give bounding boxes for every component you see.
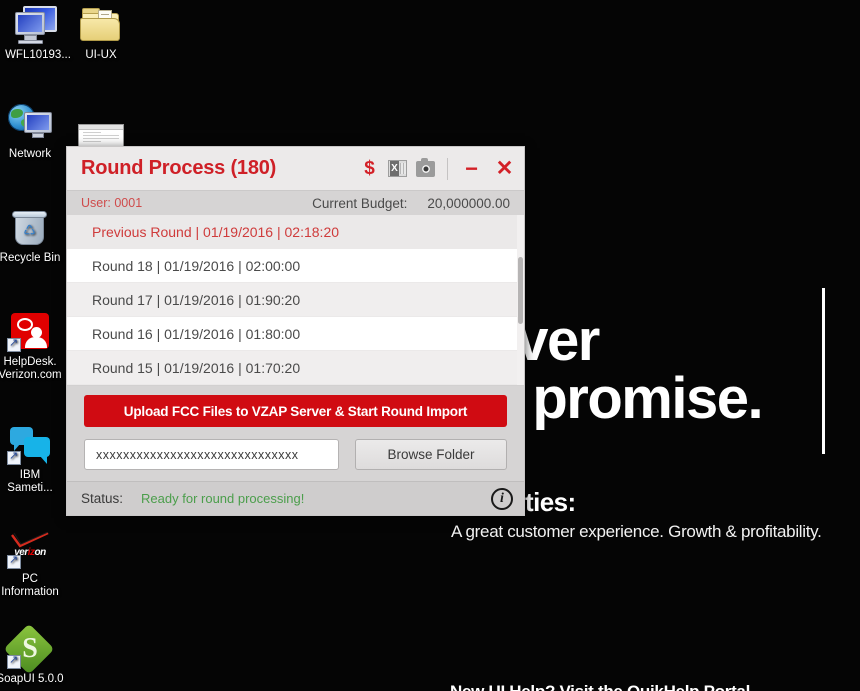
current-budget-label: Current Budget: xyxy=(312,195,408,211)
window-titlebar: Round Process (180) $ − ✕ xyxy=(67,147,524,190)
table-row[interactable]: Previous Round | 01/19/2016 | 02:18:20 xyxy=(67,215,524,249)
desktop-icon-pc-information[interactable]: verizon PC Information xyxy=(0,528,68,599)
current-budget-value: 20,000000.00 xyxy=(427,195,510,211)
desktop-icon-label: IBM xyxy=(19,469,41,481)
thumbnail-line xyxy=(83,135,119,136)
rounds-list: Previous Round | 01/19/2016 | 02:18:20 R… xyxy=(67,215,524,385)
table-row[interactable]: Round 17 | 01/19/2016 | 01:90:20 xyxy=(67,283,524,317)
shortcut-arrow-icon xyxy=(7,553,21,569)
round-entry-text: Round 17 | 01/19/2016 | 01:90:20 xyxy=(92,291,301,308)
round-entry-text: Round 15 | 01/19/2016 | 01:70:20 xyxy=(92,359,301,376)
round-process-window: Round Process (180) $ − ✕ User: 0001 Cur… xyxy=(66,146,525,516)
window-subheader: User: 0001 Current Budget: 20,000000.00 xyxy=(67,190,524,215)
wallpaper-vertical-rule xyxy=(822,288,825,454)
status-message: Ready for round processing! xyxy=(141,491,305,506)
desktop-icon-folder-uiux[interactable]: UI-UX xyxy=(63,4,139,62)
rounds-list-scrollbar[interactable] xyxy=(517,215,524,385)
scrollbar-thumb[interactable] xyxy=(518,257,523,324)
browse-folder-button[interactable]: Browse Folder xyxy=(355,439,507,470)
desktop-icon-label-2: Sameti... xyxy=(7,482,53,494)
wallpaper-headline-line2: e promise. xyxy=(487,366,764,431)
desktop-icon-helpdesk[interactable]: HelpDesk. Verizon.com xyxy=(0,311,68,382)
desktop-icon-ibm-sametime[interactable]: IBM Sameti... xyxy=(0,424,68,495)
desktop-icon-label: Recycle Bin xyxy=(0,252,61,264)
minimize-button[interactable]: − xyxy=(462,157,481,180)
upload-fcc-files-button[interactable]: Upload FCC Files to VZAP Server & Start … xyxy=(84,395,507,427)
excel-export-icon[interactable] xyxy=(388,159,407,178)
wallpaper-subtext: A great customer experience. Growth & pr… xyxy=(451,522,822,541)
thumbnail-header xyxy=(79,125,123,130)
desktop-icon-network[interactable]: Network xyxy=(0,103,68,161)
thumbnail-line xyxy=(83,132,101,133)
folder-icon xyxy=(78,4,124,46)
info-icon[interactable]: i xyxy=(491,487,513,510)
desktop-icon-label-2: Verizon.com xyxy=(0,369,62,381)
chat-bubbles-icon xyxy=(7,424,53,466)
round-entry-text: Round 18 | 01/19/2016 | 02:00:00 xyxy=(92,257,301,274)
rounds-list-viewport: Previous Round | 01/19/2016 | 02:18:20 R… xyxy=(67,215,524,386)
thumbnail-line xyxy=(83,141,101,142)
shortcut-arrow-icon xyxy=(7,653,21,669)
round-entry-text: Round 16 | 01/19/2016 | 01:80:00 xyxy=(92,325,301,342)
monitor-icon xyxy=(15,4,61,46)
soapui-s-icon: S xyxy=(3,623,55,675)
shortcut-arrow-icon xyxy=(7,449,21,465)
round-entry-text: Previous Round | 01/19/2016 | 02:18:20 xyxy=(92,223,340,240)
desktop-icon-label: Network xyxy=(8,148,52,160)
dollar-icon[interactable]: $ xyxy=(360,159,379,178)
recycle-bin-icon: ♺ xyxy=(7,207,53,249)
desktop-icon-recycle-bin[interactable]: ♺ Recycle Bin xyxy=(0,207,68,265)
window-action-bar: Upload FCC Files to VZAP Server & Start … xyxy=(67,386,524,437)
desktop-icon-label: PC xyxy=(22,573,38,585)
titlebar-divider xyxy=(447,157,448,180)
window-status-bar: Status: Ready for round processing! i xyxy=(67,481,524,515)
dollar-glyph: $ xyxy=(364,158,375,179)
titlebar-icon-group: $ − ✕ xyxy=(360,157,514,180)
verizon-logo-icon: verizon xyxy=(7,528,53,570)
shortcut-arrow-icon xyxy=(7,336,21,352)
desktop-icon-label: SoapUI 5.0.0 xyxy=(0,673,64,685)
headset-support-icon xyxy=(7,311,53,353)
user-label: User: 0001 xyxy=(81,196,143,210)
wallpaper-bottom-text: New UI Help? Visit the QuikHelp Portal xyxy=(450,682,750,691)
table-row[interactable]: Round 16 | 01/19/2016 | 01:80:00 xyxy=(67,317,524,351)
desktop-icon-label: UI-UX xyxy=(85,49,117,61)
close-button[interactable]: ✕ xyxy=(495,157,514,180)
window-path-bar: Browse Folder xyxy=(67,437,524,481)
window-title: Round Process (180) xyxy=(81,157,277,179)
status-label: Status: xyxy=(81,491,124,506)
folder-path-input[interactable] xyxy=(84,439,339,470)
screenshot-camera-icon[interactable] xyxy=(416,157,435,178)
desktop-icon-soapui[interactable]: S SoapUI 5.0.0 xyxy=(0,623,68,686)
table-row[interactable]: Round 18 | 01/19/2016 | 02:00:00 xyxy=(67,249,524,283)
table-row[interactable]: Round 15 | 01/19/2016 | 01:70:20 xyxy=(67,351,524,385)
thumbnail-line xyxy=(83,138,119,139)
desktop-icon-label-2: Information xyxy=(1,586,59,598)
desktop-screen: liver e promise. iorities: A great custo… xyxy=(0,0,860,691)
desktop-icon-label: HelpDesk. xyxy=(3,356,57,368)
network-globe-icon xyxy=(7,103,53,145)
